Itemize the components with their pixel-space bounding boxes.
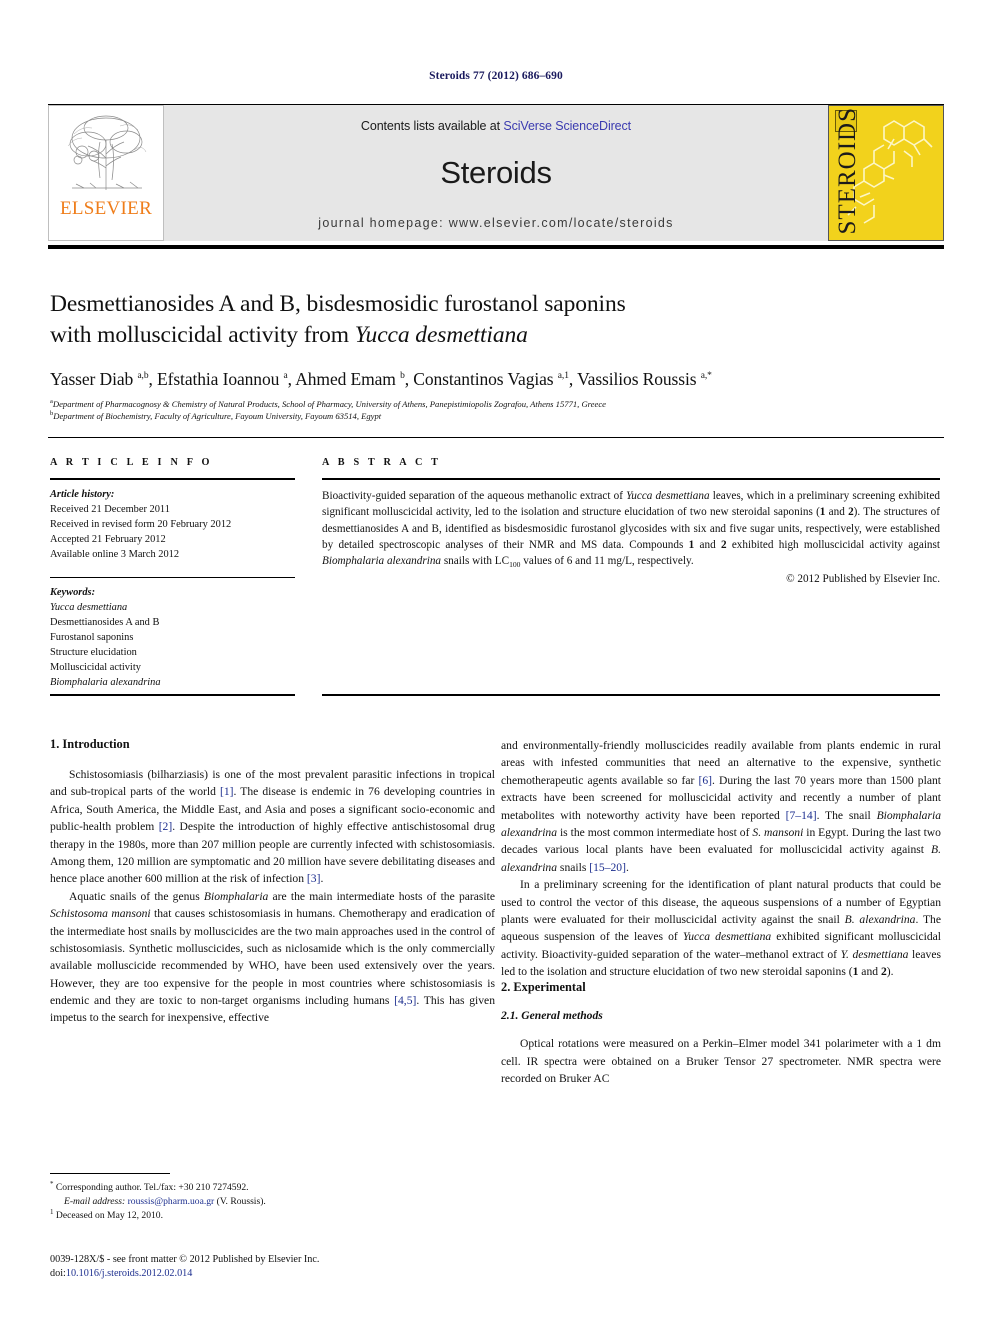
elsevier-tree-icon xyxy=(67,115,147,190)
journal-masthead: ELSEVIER Contents lists available at Sci… xyxy=(48,105,944,241)
body-column-right: and environmentally-friendly molluscicid… xyxy=(501,737,941,1088)
paper-page: Steroids 77 (2012) 686–690 ELSEVIER Cont… xyxy=(0,0,992,1323)
elsevier-wordmark: ELSEVIER xyxy=(59,198,153,219)
affiliation-a-text: Department of Pharmacognosy & Chemistry … xyxy=(52,398,606,409)
title-line-2-prefix: with molluscicidal activity from xyxy=(50,322,355,349)
article-info-heading: A R T I C L E I N F O xyxy=(50,457,213,468)
keyword-item: Furostanol saponins xyxy=(50,632,134,644)
abstract-heading: A B S T R A C T xyxy=(322,457,442,468)
email-note: E-mail address: roussis@pharm.uoa.gr (V.… xyxy=(50,1195,495,1209)
keyword-item: Yucca desmettiana xyxy=(50,602,128,614)
title-species-name: Yucca desmettiana xyxy=(354,322,528,349)
cover-journal-name: STEROIDS xyxy=(834,106,861,234)
email-owner: (V. Roussis). xyxy=(216,1195,266,1207)
elsevier-logo: ELSEVIER xyxy=(48,105,164,241)
affiliation-list: aDepartment of Pharmacognosy & Chemistry… xyxy=(50,398,940,422)
header-divider-thick xyxy=(48,245,944,249)
intro-paragraph-2: Aquatic snails of the genus Biomphalaria… xyxy=(50,889,495,1025)
keywords-label: Keywords: xyxy=(50,587,96,599)
keywords-block: Keywords: Yucca desmettiana Desmettianos… xyxy=(50,586,295,691)
corresponding-author-note: * Corresponding author. Tel./fax: +30 21… xyxy=(50,1179,249,1193)
history-item: Received 21 December 2011 xyxy=(50,503,170,515)
journal-homepage-link[interactable]: journal homepage: www.elsevier.com/locat… xyxy=(318,216,673,230)
journal-title: Steroids xyxy=(440,155,552,190)
body-column-left: 1. Introduction Schistosomiasis (bilharz… xyxy=(50,737,495,1027)
running-head: Steroids 77 (2012) 686–690 xyxy=(429,70,563,82)
history-item: Accepted 21 February 2012 xyxy=(50,533,166,545)
article-info-bottom-rule xyxy=(50,694,295,696)
page-title: Desmettianosides A and B, bisdesmosidic … xyxy=(50,289,940,352)
imprint-block: 0039-128X/$ - see front matter © 2012 Pu… xyxy=(50,1253,495,1281)
article-history-label: Article history: xyxy=(50,488,115,500)
experimental-heading: 2. Experimental xyxy=(501,980,586,995)
affiliation-b-text: Department of Biochemistry, Faculty of A… xyxy=(53,410,382,421)
journal-cover-thumbnail: STEROIDS xyxy=(828,105,944,241)
abstract-bottom-rule xyxy=(322,694,940,696)
intro-paragraph-3: and environmentally-friendly molluscicid… xyxy=(501,739,941,874)
general-methods-heading: 2.1. General methods xyxy=(501,1009,603,1023)
keyword-item: Molluscicidal activity xyxy=(50,662,141,674)
deceased-note: 1 Deceased on May 12, 2010. xyxy=(50,1207,163,1221)
title-block: Desmettianosides A and B, bisdesmosidic … xyxy=(50,289,940,422)
doi-prefix: doi: xyxy=(50,1267,66,1279)
title-line-1: Desmettianosides A and B, bisdesmosidic … xyxy=(50,291,626,317)
history-item: Available online 3 March 2012 xyxy=(50,548,180,560)
abstract-copyright: © 2012 Published by Elsevier Inc. xyxy=(786,572,940,585)
footnote-block: * Corresponding author. Tel./fax: +30 21… xyxy=(50,1179,495,1223)
introduction-heading: 1. Introduction xyxy=(50,737,130,751)
contents-prefix: Contents lists available at xyxy=(360,119,504,133)
history-item: Received in revised form 20 February 201… xyxy=(50,518,232,530)
intro-paragraph-1: Schistosomiasis (bilharziasis) is one of… xyxy=(50,768,496,886)
contents-available-line: Contents lists available at SciVerse Sci… xyxy=(361,119,631,133)
sciencedirect-link[interactable]: SciVerse ScienceDirect xyxy=(503,119,631,133)
general-methods-paragraph: Optical rotations were measured on a Per… xyxy=(501,1037,941,1086)
doi-link[interactable]: 10.1016/j.steroids.2012.02.014 xyxy=(66,1268,193,1279)
issn-front-matter: 0039-128X/$ - see front matter © 2012 Pu… xyxy=(50,1254,320,1265)
affiliation-a: aDepartment of Pharmacognosy & Chemistry… xyxy=(50,397,606,409)
article-info-rule xyxy=(50,478,295,480)
abstract-section: A B S T R A C T Bioactivity-guided separ… xyxy=(322,457,940,585)
abstract-body: Bioactivity-guided separation of the aqu… xyxy=(322,489,940,570)
keywords-rule xyxy=(50,576,295,579)
email-label: E-mail address: xyxy=(64,1195,126,1207)
affiliation-b: bDepartment of Biochemistry, Faculty of … xyxy=(50,409,382,421)
doi-line: doi:10.1016/j.steroids.2012.02.014 xyxy=(50,1267,495,1281)
article-info-section: A R T I C L E I N F O Article history: R… xyxy=(50,457,295,691)
author-list: Yasser Diab a,b, Efstathia Ioannou a, Ah… xyxy=(50,368,712,389)
email-link[interactable]: roussis@pharm.uoa.gr xyxy=(128,1196,215,1207)
keyword-item: Structure elucidation xyxy=(50,647,137,659)
keyword-item: Desmettianosides A and B xyxy=(50,617,160,629)
article-history-block: Article history: Received 21 December 20… xyxy=(50,488,295,563)
abstract-rule xyxy=(322,478,940,480)
footnote-separator xyxy=(50,1173,170,1174)
info-section-top-rule xyxy=(48,437,944,439)
masthead-center-panel: Contents lists available at SciVerse Sci… xyxy=(164,105,828,241)
intro-paragraph-4: In a preliminary screening for the ident… xyxy=(501,878,941,979)
keyword-item: Biomphalaria alexandrina xyxy=(50,677,161,689)
